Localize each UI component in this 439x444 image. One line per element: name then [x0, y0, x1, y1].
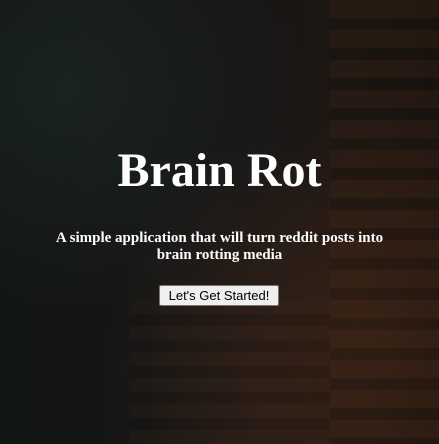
page-subtitle: A simple application that will turn redd… — [55, 230, 384, 263]
get-started-button[interactable]: Let's Get Started! — [159, 285, 279, 306]
background-image — [0, 0, 439, 444]
background-texture-lower — [130, 300, 330, 444]
page-title: Brain Rot — [117, 144, 322, 197]
background-texture-right — [330, 0, 439, 444]
